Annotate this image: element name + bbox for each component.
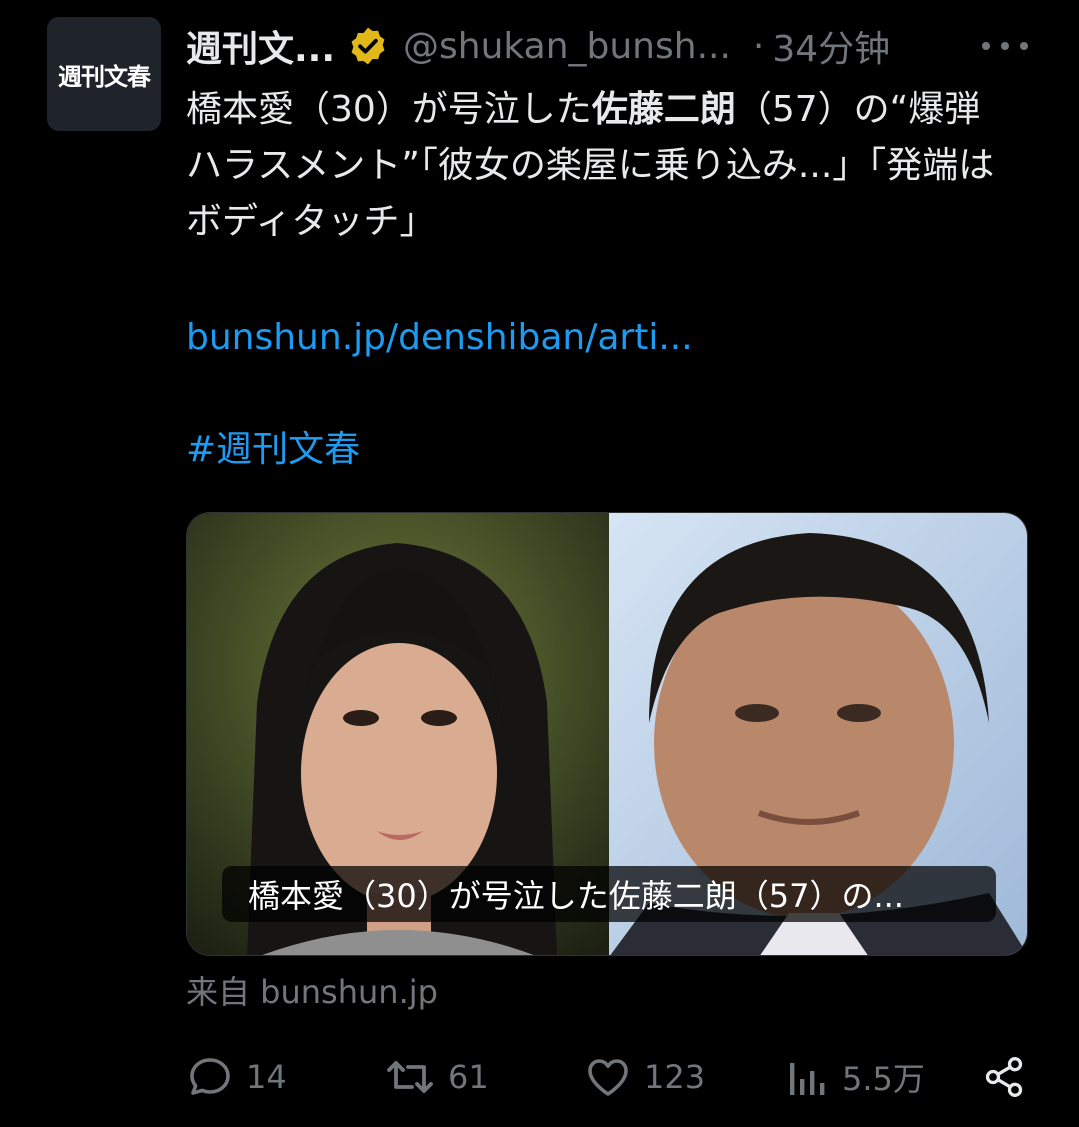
avatar[interactable]: 週刊文春 bbox=[47, 17, 161, 131]
display-name[interactable]: 週刊文... bbox=[186, 20, 335, 72]
action-bar: 14 61 123 5.5万 bbox=[186, 1052, 1036, 1102]
views-button[interactable]: 5.5万 bbox=[786, 1052, 925, 1102]
share-icon bbox=[985, 1057, 1023, 1097]
tweet-text-part: 橋本愛（30）が号泣した bbox=[186, 89, 592, 130]
handle[interactable]: @shukan_bunsh... bbox=[403, 26, 731, 67]
source-label[interactable]: 来自 bunshun.jp bbox=[186, 968, 438, 1016]
separator-dot: · bbox=[752, 25, 765, 67]
tweet-header: 週刊文... @shukan_bunsh... · 34分钟 bbox=[186, 18, 1036, 74]
more-options-button[interactable] bbox=[982, 36, 1028, 56]
timestamp[interactable]: 34分钟 bbox=[772, 20, 890, 72]
repost-count: 61 bbox=[448, 1058, 489, 1096]
tweet-text-bold: 佐藤二朗 bbox=[591, 89, 736, 130]
hashtag-link[interactable]: #週刊文春 bbox=[186, 422, 360, 478]
more-dot-icon bbox=[1020, 42, 1028, 50]
reply-count: 14 bbox=[246, 1058, 287, 1096]
verified-badge-icon[interactable] bbox=[347, 25, 389, 67]
reply-button[interactable]: 14 bbox=[186, 1052, 287, 1102]
article-link[interactable]: bunshun.jp/denshiban/arti... bbox=[186, 310, 693, 366]
like-count: 123 bbox=[644, 1058, 706, 1096]
more-dot-icon bbox=[982, 42, 990, 50]
repost-button[interactable]: 61 bbox=[384, 1052, 489, 1102]
more-dot-icon bbox=[1001, 42, 1009, 50]
share-button[interactable] bbox=[982, 1052, 1026, 1102]
link-preview-card[interactable]: 橋本愛（30）が号泣した佐藤二朗（57）の... bbox=[186, 512, 1028, 956]
heart-icon bbox=[588, 1059, 628, 1096]
card-caption: 橋本愛（30）が号泣した佐藤二朗（57）の... bbox=[222, 866, 996, 922]
avatar-logo-text: 週刊文春 bbox=[58, 61, 151, 91]
repost-icon bbox=[387, 1061, 433, 1093]
reply-icon bbox=[190, 1058, 230, 1095]
views-count: 5.5万 bbox=[842, 1060, 925, 1098]
like-button[interactable]: 123 bbox=[584, 1052, 705, 1102]
tweet-text: 橋本愛（30）が号泣した佐藤二朗（57）の“爆弾ハラスメント”「彼女の楽屋に乗り… bbox=[186, 82, 1016, 250]
views-chart-icon bbox=[790, 1063, 825, 1095]
